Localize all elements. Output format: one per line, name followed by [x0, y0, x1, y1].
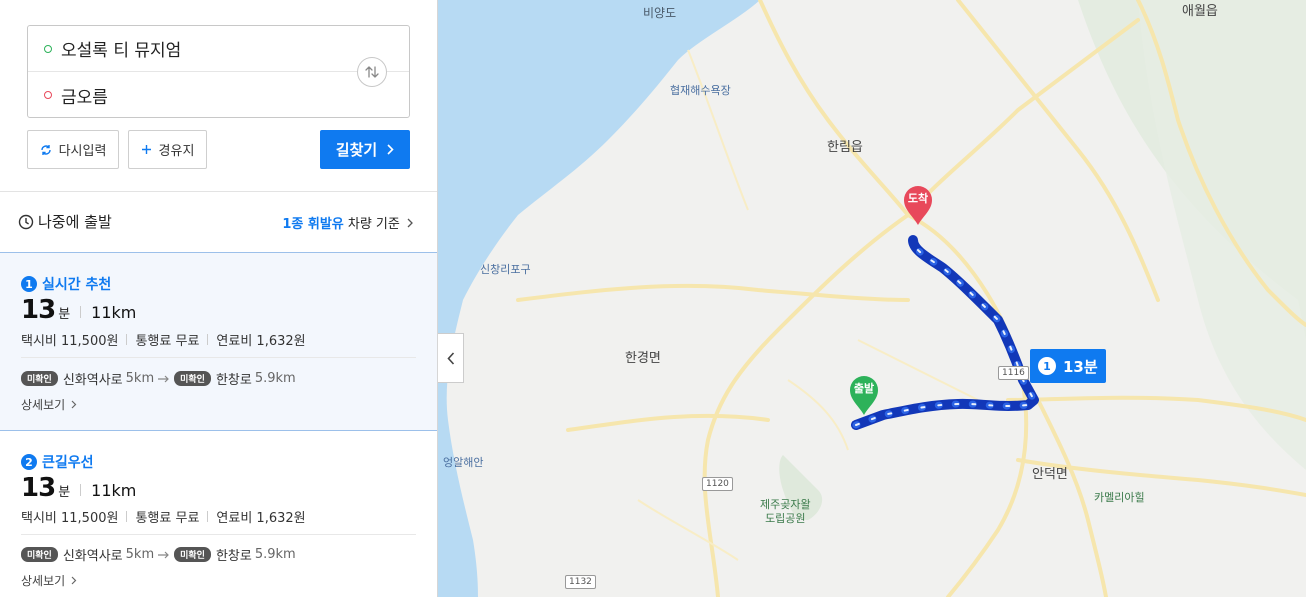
detail-label: 상세보기 — [21, 398, 66, 412]
route-time: 13 분 11km — [21, 295, 136, 325]
route-detail-link[interactable]: 상세보기 — [21, 396, 77, 413]
status-badge: 미확인 — [174, 547, 211, 562]
refresh-icon — [40, 144, 52, 156]
eta-time: 13분 — [1063, 357, 1098, 376]
road-number-1132: 1132 — [565, 575, 596, 589]
road-distance: 5km — [125, 547, 155, 562]
map-label-aewol: 애월읍 — [1182, 4, 1218, 19]
chevron-left-icon — [446, 351, 454, 365]
origin-text: 오설록 티 뮤지엄 — [61, 41, 182, 61]
find-route-button[interactable]: 길찾기 — [320, 130, 410, 169]
route-costs: 택시비 11,500원 통행료 무료 연료비 1,632원 — [21, 330, 306, 349]
divider — [21, 357, 416, 358]
route-roads: 미확인 신화역사로 5km 미확인 한창로 5.9km — [21, 369, 296, 388]
map-view[interactable]: 비양도 애월읍 협재해수욕장 한림읍 신창리포구 한경면 엉알해안 안덕면 카멜… — [438, 0, 1306, 597]
route-roads: 미확인 신화역사로 5km 미확인 한창로 5.9km — [21, 545, 296, 564]
toll-fee: 통행료 무료 — [135, 334, 200, 349]
add-waypoint-button[interactable]: 경유지 — [128, 130, 207, 169]
road-name: 한창로 — [215, 549, 252, 564]
waypoint-label: 경유지 — [158, 144, 195, 159]
map-label-hyeopjae: 협재해수욕장 — [670, 84, 731, 97]
map-label-hallim: 한림읍 — [827, 140, 863, 155]
road-name: 신화역사로 — [62, 373, 123, 388]
divider — [21, 534, 416, 535]
route-title: 1 실시간 추천 — [21, 274, 111, 294]
depart-later-label: 나중에 출발 — [38, 213, 112, 231]
arrow-right-icon — [158, 375, 170, 383]
chevron-right-icon — [71, 398, 77, 412]
map-label-sinchang: 신창리포구 — [480, 263, 531, 276]
route-number: 2 — [21, 454, 37, 470]
chevron-right-icon — [407, 217, 413, 232]
divider — [0, 191, 437, 192]
end-marker[interactable]: 도착 — [901, 184, 935, 226]
route-number: 1 — [21, 276, 37, 292]
route-minutes: 13 — [21, 295, 56, 325]
route-costs: 택시비 11,500원 통행료 무료 연료비 1,632원 — [21, 507, 306, 526]
chevron-right-icon — [71, 574, 77, 588]
destination-dot-icon — [44, 91, 52, 99]
reset-label: 다시입력 — [58, 144, 107, 159]
route-name: 실시간 추천 — [42, 277, 112, 293]
plus-icon — [141, 144, 152, 155]
toll-fee: 통행료 무료 — [135, 511, 200, 526]
destination-field[interactable]: 금오름 — [28, 72, 409, 118]
route-min-unit: 분 — [58, 485, 71, 500]
fuel-cost: 연료비 1,632원 — [216, 334, 306, 349]
find-route-label: 길찾기 — [335, 141, 378, 159]
origin-dot-icon — [44, 44, 52, 53]
origin-field[interactable]: 오설록 티 뮤지엄 — [28, 26, 409, 72]
route-distance: 11km — [91, 303, 137, 322]
start-marker[interactable]: 출발 — [847, 374, 881, 416]
end-marker-label: 도착 — [907, 192, 929, 205]
route-time: 13 분 11km — [21, 473, 136, 503]
route-distance: 11km — [91, 481, 137, 500]
map-label-biyangdo: 비양도 — [643, 6, 677, 20]
chevron-right-icon — [387, 144, 394, 155]
road-number-1116: 1116 — [998, 366, 1029, 380]
destination-text: 금오름 — [61, 87, 108, 108]
fuel-basis: 차량 기준 — [343, 217, 400, 232]
swap-button[interactable] — [357, 57, 387, 87]
road-name: 한창로 — [215, 373, 252, 388]
map-label-eongal: 엉알해안 — [443, 456, 484, 469]
route-detail-link[interactable]: 상세보기 — [21, 572, 77, 589]
route-eta-label[interactable]: 1 13분 — [1030, 349, 1106, 383]
status-badge: 미확인 — [174, 371, 211, 386]
map-canvas — [438, 0, 1306, 597]
arrow-right-icon — [158, 551, 170, 559]
reset-button[interactable]: 다시입력 — [27, 130, 119, 169]
route-name: 큰길우선 — [42, 455, 94, 471]
road-name: 신화역사로 — [62, 549, 123, 564]
road-distance: 5.9km — [254, 547, 296, 562]
start-marker-label: 출발 — [853, 382, 875, 395]
route-title: 2 큰길우선 — [21, 452, 94, 472]
detail-label: 상세보기 — [21, 574, 66, 588]
map-label-andeok: 안덕면 — [1032, 467, 1068, 482]
road-number-1120: 1120 — [702, 477, 733, 491]
taxi-fare: 택시비 11,500원 — [21, 334, 119, 349]
status-badge: 미확인 — [21, 371, 58, 386]
fuel-type-selector[interactable]: 1종 휘발유 차량 기준 — [282, 213, 413, 232]
route-minutes: 13 — [21, 473, 56, 503]
fuel-cost: 연료비 1,632원 — [216, 511, 306, 526]
route-min-unit: 분 — [58, 307, 71, 322]
clock-icon — [18, 214, 34, 229]
map-label-camellia: 카멜리아힐 — [1094, 491, 1145, 504]
fuel-type: 1종 휘발유 — [282, 217, 344, 232]
route-option-1[interactable]: 1 실시간 추천 13 분 11km 택시비 11,500원 통행료 무료 연료… — [0, 252, 437, 431]
taxi-fare: 택시비 11,500원 — [21, 511, 119, 526]
route-option-2[interactable]: 2 큰길우선 13 분 11km 택시비 11,500원 통행료 무료 연료비 … — [0, 431, 437, 597]
swap-icon — [365, 66, 379, 78]
route-panel: 오설록 티 뮤지엄 금오름 다시입력 경유지 길찾기 나중에 출발 1종 휘발유… — [0, 0, 438, 597]
map-label-gotjawal: 제주곶자왈 도립공원 — [760, 498, 811, 525]
road-distance: 5km — [125, 371, 155, 386]
status-badge: 미확인 — [21, 547, 58, 562]
road-distance: 5.9km — [254, 371, 296, 386]
panel-collapse-button[interactable] — [438, 333, 464, 383]
map-label-hangyeong: 한경면 — [625, 351, 661, 366]
eta-route-number: 1 — [1038, 357, 1056, 375]
depart-later-button[interactable]: 나중에 출발 — [18, 211, 112, 232]
route-input-box: 오설록 티 뮤지엄 금오름 — [27, 25, 410, 118]
